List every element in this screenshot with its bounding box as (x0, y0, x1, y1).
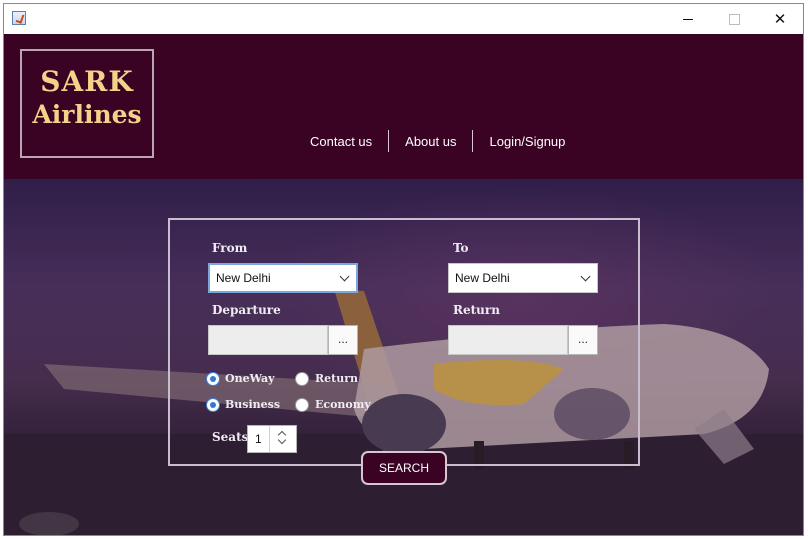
logo-subtitle: Airlines (32, 100, 142, 129)
logo: SARK Airlines (20, 49, 154, 158)
minimize-icon (683, 18, 693, 20)
to-label: To (453, 241, 469, 255)
nav-login-signup[interactable]: Login/Signup (473, 134, 581, 149)
maximize-icon (728, 13, 740, 25)
return-radio[interactable] (295, 372, 309, 386)
to-dropdown[interactable]: New Delhi (448, 263, 598, 293)
business-radio[interactable] (206, 398, 220, 412)
to-value: New Delhi (455, 271, 510, 285)
app-window: ✕ SARK Airlines Contact us About us Logi… (3, 3, 804, 536)
oneway-radio-label: OneWay (225, 372, 275, 385)
from-value: New Delhi (216, 271, 271, 285)
return-date-picker-button[interactable]: ... (568, 325, 598, 355)
logo-title: SARK (40, 65, 134, 98)
close-icon: ✕ (773, 10, 787, 28)
header: SARK Airlines Contact us About us Login/… (4, 34, 803, 179)
from-dropdown[interactable]: New Delhi (208, 263, 358, 293)
seats-value: 1 (255, 432, 262, 446)
nav-about-us[interactable]: About us (389, 134, 472, 149)
hero-background: From New Delhi To New Delhi Departure ..… (4, 179, 803, 535)
chevron-down-icon[interactable] (277, 435, 287, 445)
title-bar: ✕ (4, 4, 803, 34)
departure-label: Departure (212, 303, 281, 317)
oneway-radio[interactable] (206, 372, 220, 386)
chevron-down-icon (573, 271, 597, 281)
nav-contact-us[interactable]: Contact us (294, 134, 388, 149)
departure-date-picker-button[interactable]: ... (328, 325, 358, 355)
business-radio-label: Business (225, 398, 281, 411)
departure-date-field[interactable] (208, 325, 328, 355)
seats-spinner[interactable]: 1 (247, 425, 297, 453)
top-nav: Contact us About us Login/Signup (294, 130, 581, 152)
chevron-down-icon (332, 271, 356, 281)
seats-label: Seats (212, 430, 249, 444)
maximize-button[interactable] (711, 4, 757, 34)
from-label: From (212, 241, 248, 255)
return-radio-label: Return (315, 372, 359, 385)
return-label: Return (453, 303, 500, 317)
economy-radio[interactable] (295, 398, 309, 412)
economy-radio-label: Economy (315, 398, 371, 411)
minimize-button[interactable] (665, 4, 711, 34)
search-button[interactable]: SEARCH (361, 451, 447, 485)
return-date-field[interactable] (448, 325, 568, 355)
spinner-buttons (269, 426, 296, 452)
close-button[interactable]: ✕ (757, 4, 803, 34)
java-app-icon (12, 11, 26, 25)
